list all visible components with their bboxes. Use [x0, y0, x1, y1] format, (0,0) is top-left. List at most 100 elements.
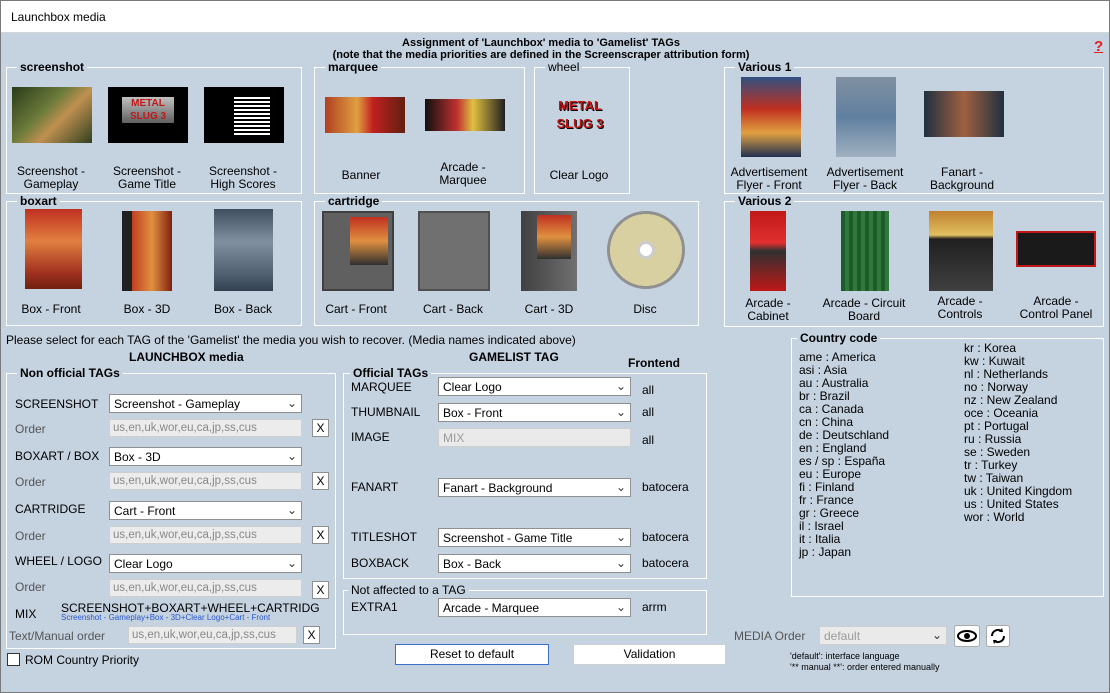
screenshot-media-select[interactable]: Screenshot - Gameplay ⌄ — [109, 394, 302, 413]
image-tag-select: MIX — [438, 428, 631, 447]
thumbnail-tag-select[interactable]: Box - Front ⌄ — [438, 403, 631, 422]
marquee-tag-select[interactable]: Clear Logo ⌄ — [438, 377, 631, 396]
cartridge-media-select[interactable]: Cart - Front ⌄ — [109, 501, 302, 520]
box-3d-thumbnail[interactable] — [122, 211, 172, 291]
boxart-tag-label: BOXART / BOX — [15, 449, 100, 463]
arcade-control-panel-thumbnail[interactable] — [1016, 231, 1096, 267]
boxart-order-clear-button[interactable]: X — [312, 472, 329, 490]
extra1-tag-select[interactable]: Arcade - Marquee ⌄ — [438, 598, 631, 617]
eye-icon[interactable] — [954, 625, 980, 647]
cartridge-order-clear-button[interactable]: X — [312, 526, 329, 544]
screenshot-order-input[interactable]: us,en,uk,wor,eu,ca,jp,ss,cus — [109, 419, 302, 437]
arcade-controls-thumbnail[interactable] — [929, 211, 993, 291]
boxart-order-input[interactable]: us,en,uk,wor,eu,ca,jp,ss,cus — [109, 472, 302, 490]
caption-cart-back: Cart - Back — [422, 302, 483, 316]
mix-label: MIX — [15, 607, 37, 621]
arcade-cabinet-thumbnail[interactable] — [750, 211, 786, 291]
caption-box-back: Box - Back — [213, 302, 273, 316]
caption-clear-logo: Clear Logo — [549, 168, 609, 182]
official-tags-title: Official TAGs — [350, 367, 432, 380]
rom-country-priority-checkbox[interactable] — [7, 653, 20, 666]
mix-sub-value: Screenshot - Gameplay+Box - 3D+Clear Log… — [61, 613, 271, 622]
header-line1: Assignment of 'Launchbox' media to 'Game… — [402, 37, 680, 49]
launchbox-media-window: Launchbox media Assignment of 'Launchbox… — [0, 0, 1110, 693]
various2-group-title: Various 2 — [735, 195, 795, 208]
wheel-logo-media-select[interactable]: Clear Logo ⌄ — [109, 554, 302, 573]
media-order-label: MEDIA Order — [734, 629, 806, 643]
title-bar: Launchbox media — [1, 1, 1109, 33]
cart-back-thumbnail[interactable] — [418, 211, 490, 291]
chevron-down-icon: ⌄ — [286, 449, 297, 463]
chevron-down-icon: ⌄ — [615, 530, 626, 544]
various1-group-title: Various 1 — [735, 61, 795, 74]
chevron-down-icon: ⌄ — [615, 480, 626, 494]
non-official-tags-title: Non official TAGs — [17, 367, 123, 380]
caption-banner: Banner — [341, 168, 381, 182]
cartridge-order-input[interactable]: us,en,uk,wor,eu,ca,jp,ss,cus — [109, 526, 302, 544]
help-icon[interactable]: ? — [1094, 38, 1103, 55]
reset-to-default-button[interactable]: Reset to default — [395, 644, 549, 665]
titleshot-frontend: batocera — [642, 530, 689, 544]
manual-order-clear-button[interactable]: X — [303, 626, 320, 644]
box-back-thumbnail[interactable] — [214, 209, 273, 291]
screenshot-high-scores-thumbnail[interactable] — [204, 87, 284, 143]
validation-button[interactable]: Validation — [573, 644, 726, 665]
thumbnail-frontend: all — [642, 405, 655, 419]
wheel-logo-order-input[interactable]: us,en,uk,wor,eu,ca,jp,ss,cus — [109, 579, 302, 597]
screenshot-tag-label: SCREENSHOT — [15, 397, 99, 411]
cart-3d-thumbnail[interactable] — [521, 211, 577, 291]
titleshot-tag-label: TITLESHOT — [351, 530, 418, 544]
gamelist-tag-heading: GAMELIST TAG — [469, 350, 559, 364]
flyer-front-thumbnail[interactable] — [741, 77, 801, 157]
box-front-thumbnail[interactable] — [25, 209, 82, 289]
screenshot-gameplay-thumbnail[interactable] — [12, 87, 92, 143]
chevron-down-icon: ⌄ — [286, 503, 297, 517]
caption-disc: Disc — [633, 302, 657, 316]
caption-screenshot-high-scores: Screenshot - High Scores — [208, 164, 278, 191]
boxback-frontend: batocera — [642, 556, 689, 570]
banner-thumbnail[interactable] — [325, 97, 405, 133]
clear-logo-thumbnail[interactable]: METAL SLUG 3 — [540, 97, 620, 137]
titleshot-tag-select[interactable]: Screenshot - Game Title ⌄ — [438, 528, 631, 547]
manual-order-input[interactable]: us,en,uk,wor,eu,ca,jp,ss,cus — [128, 626, 297, 644]
not-affected-title: Not affected to a TAG — [348, 584, 469, 597]
flyer-back-thumbnail[interactable] — [836, 77, 896, 157]
caption-arcade-cabinet: Arcade - Cabinet — [745, 296, 791, 323]
fanart-tag-select[interactable]: Fanart - Background ⌄ — [438, 478, 631, 497]
screenshot-order-clear-button[interactable]: X — [312, 419, 329, 437]
country-item: wor : World — [964, 510, 1025, 524]
rom-country-priority-label: ROM Country Priority — [25, 653, 140, 667]
fanart-frontend: batocera — [642, 480, 689, 494]
chevron-down-icon: ⌄ — [931, 628, 942, 642]
caption-arcade-circuit-board: Arcade - Circuit Board — [822, 296, 906, 323]
arcade-circuit-board-thumbnail[interactable] — [841, 211, 889, 291]
boxart-group-title: boxart — [17, 195, 60, 208]
caption-screenshot-gameplay: Screenshot - Gameplay — [16, 164, 86, 191]
fanart-background-thumbnail[interactable] — [924, 91, 1004, 137]
boxback-tag-select[interactable]: Box - Back ⌄ — [438, 554, 631, 573]
cart-front-thumbnail[interactable] — [322, 211, 394, 291]
chevron-down-icon: ⌄ — [286, 556, 297, 570]
media-order-select[interactable]: default ⌄ — [819, 626, 947, 645]
wheel-group-title: wheel — [545, 61, 583, 74]
disc-thumbnail[interactable] — [607, 211, 685, 289]
caption-arcade-control-panel: Arcade - Control Panel — [1019, 294, 1093, 321]
frontend-heading: Frontend — [628, 356, 680, 370]
caption-box-3d: Box - 3D — [123, 302, 171, 316]
extra1-frontend: arrm — [642, 600, 667, 614]
boxart-media-select[interactable]: Box - 3D ⌄ — [109, 447, 302, 466]
refresh-icon[interactable] — [986, 625, 1010, 647]
chevron-down-icon: ⌄ — [615, 379, 626, 393]
chevron-down-icon: ⌄ — [615, 405, 626, 419]
wheel-logo-order-clear-button[interactable]: X — [312, 581, 329, 599]
country-list-1: ame : America asi : Asia au : Australia … — [799, 351, 889, 559]
caption-screenshot-game-title: Screenshot - Game Title — [112, 164, 182, 191]
screenshot-game-title-thumbnail[interactable]: METAL SLUG 3 — [108, 87, 188, 143]
caption-arcade-controls: Arcade - Controls — [937, 294, 983, 321]
arcade-marquee-thumbnail[interactable] — [425, 99, 505, 131]
launchbox-media-heading: LAUNCHBOX media — [129, 350, 244, 364]
order-label-3: Order — [15, 529, 46, 543]
order-label-4: Order — [15, 580, 46, 594]
caption-arcade-marquee: Arcade - Marquee — [439, 160, 487, 187]
caption-cart-3d: Cart - 3D — [524, 302, 574, 316]
